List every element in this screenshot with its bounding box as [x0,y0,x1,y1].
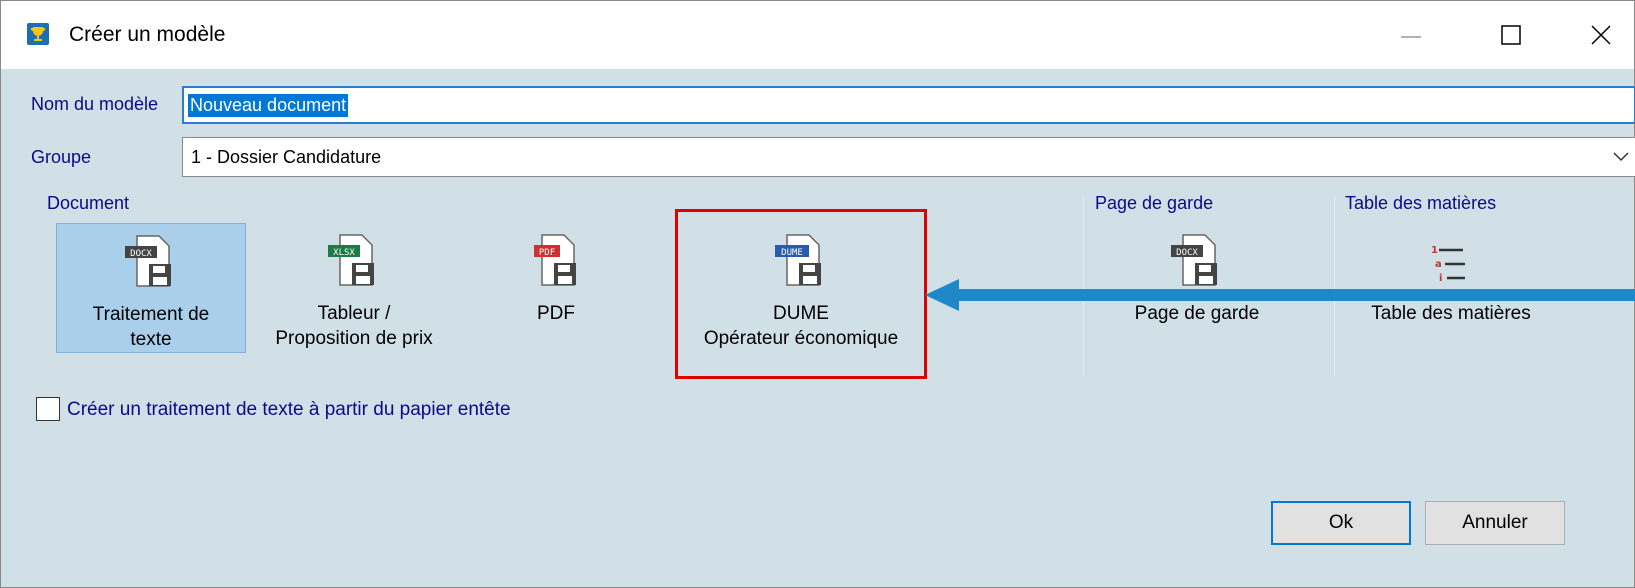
svg-text:1: 1 [1431,245,1438,256]
letterhead-checkbox-label: Créer un traitement de texte à partir du… [67,399,511,420]
trophy-icon [27,23,49,45]
tile-label: Tableur / Proposition de prix [275,303,433,349]
model-name-value: Nouveau document [188,94,349,117]
section-document: Document [47,193,130,213]
chevron-down-icon [1613,152,1629,162]
section-toc: Table des matières [1345,193,1497,213]
arrow-left-icon [925,279,1635,311]
xlsx-save-icon: XLSX [328,234,374,286]
title-bar: Créer un modèle [1,1,1634,69]
tile-pdf[interactable]: PDF PDF [461,223,651,353]
letterhead-checkbox[interactable] [36,397,60,421]
model-name-input[interactable]: Nouveau document [182,86,1635,124]
tile-spreadsheet[interactable]: XLSX Tableur / Proposition de prix [259,223,449,353]
pdf-save-icon: PDF [534,234,576,286]
cancel-button[interactable]: Annuler [1425,501,1565,545]
group-select-value: 1 - Dossier Candidature [191,147,382,167]
group-label: Groupe [31,147,92,167]
ok-button[interactable]: Ok [1271,501,1411,545]
highlight-box [675,209,927,379]
group-select[interactable]: 1 - Dossier Candidature [182,137,1635,177]
svg-text:DOCX: DOCX [1176,248,1198,258]
close-button[interactable] [1571,15,1631,55]
tile-label: PDF [537,303,575,324]
section-cover-page: Page de garde [1095,193,1214,213]
svg-text:XLSX: XLSX [333,248,355,258]
minimize-button[interactable] [1381,15,1441,55]
tile-label: Traitement de texte [92,304,210,350]
maximize-button[interactable] [1481,15,1541,55]
svg-text:a: a [1435,259,1442,270]
create-model-dialog: Créer un modèle Nom du modèle Nouveau do… [0,0,1635,588]
model-name-label: Nom du modèle [31,94,159,114]
svg-text:PDF: PDF [539,248,555,258]
window-title: Créer un modèle [69,23,226,46]
svg-text:DOCX: DOCX [130,249,152,259]
docx-save-icon: DOCX [125,235,171,287]
tile-word-processing[interactable]: DOCX Traitement de texte [56,223,246,353]
